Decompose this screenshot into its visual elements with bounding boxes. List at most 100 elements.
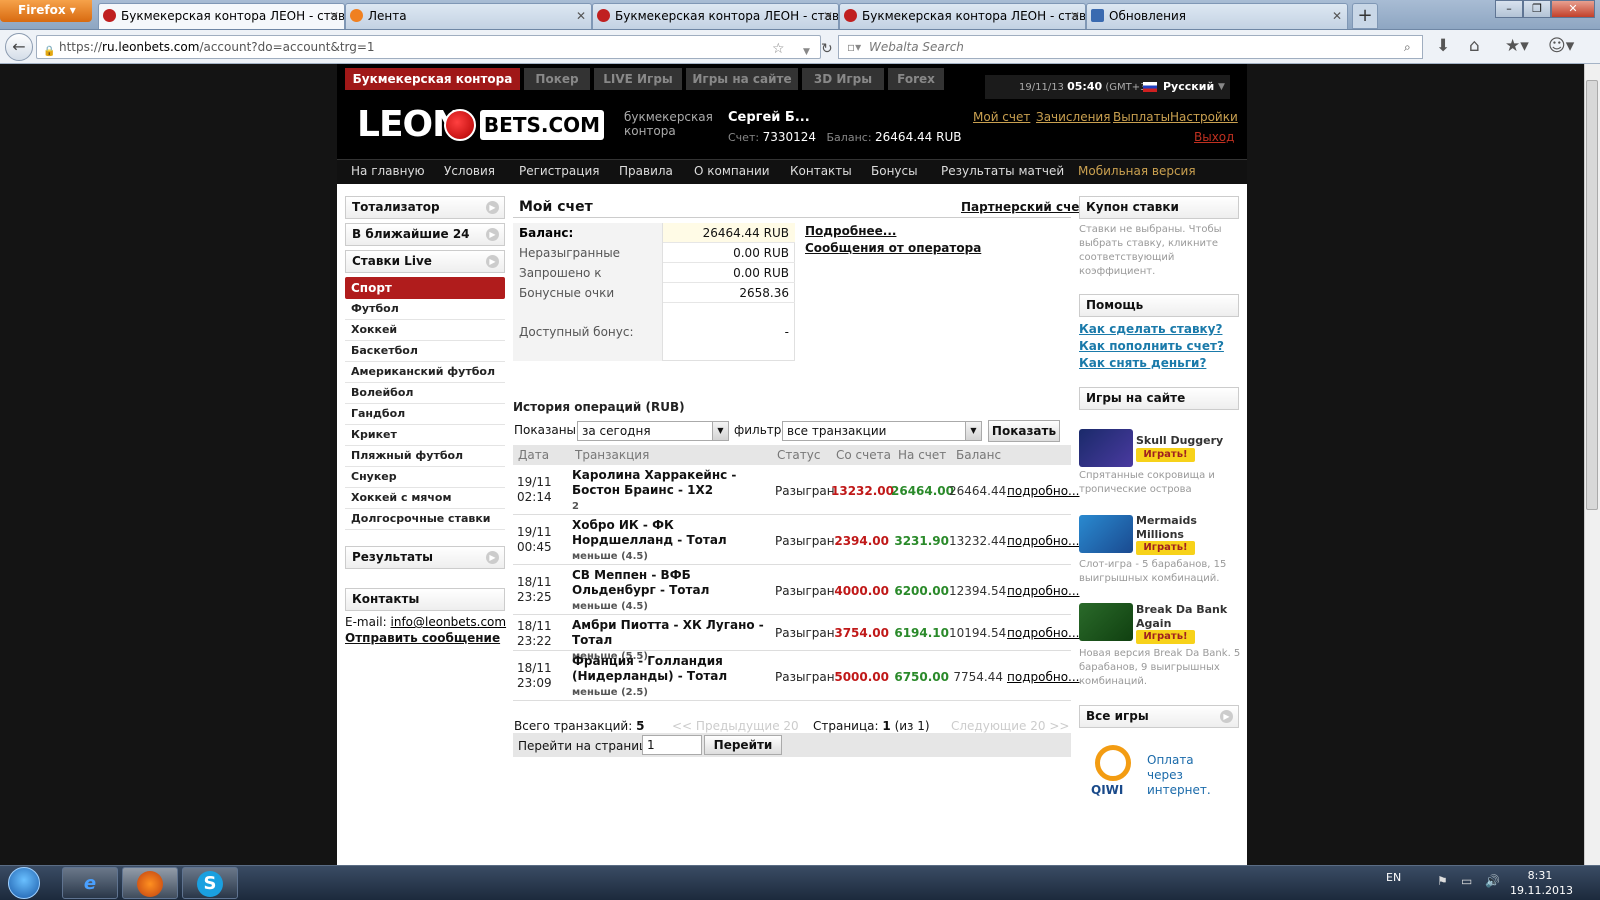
tray-window-icon[interactable]: ▭ xyxy=(1461,874,1472,888)
qiwi-payment-text[interactable]: Оплата через интернет. xyxy=(1147,753,1227,798)
help-how-to-withdraw[interactable]: Как снять деньги? xyxy=(1079,356,1206,370)
tab-leon-2[interactable]: Букмекерская контора ЛЕОН - став... ✕ xyxy=(592,3,839,29)
partner-account-link[interactable]: Партнерский счет xyxy=(961,200,1086,214)
sidebar-next-24h[interactable]: В ближайшие 24 часа▶ xyxy=(345,223,505,262)
play-button[interactable]: Играть! xyxy=(1136,630,1195,644)
sport-header[interactable]: Спорт xyxy=(345,277,505,299)
taskbar-skype[interactable]: S xyxy=(182,867,238,899)
taskbar-language[interactable]: EN xyxy=(1386,871,1401,884)
nav-mobile-version[interactable]: Мобильная версия xyxy=(1078,159,1196,184)
sport-item[interactable]: Баскетбол xyxy=(345,341,505,362)
search-bar[interactable]: ▫▾ Webalta Search ⌕ xyxy=(838,35,1423,59)
sport-item[interactable]: Гандбол xyxy=(345,404,505,425)
all-games-box[interactable]: Все игры ▶ xyxy=(1079,705,1239,728)
withdrawals-link[interactable]: Выплаты xyxy=(1113,110,1170,124)
game-name[interactable]: Mermaids Millions xyxy=(1136,514,1241,542)
chevron-down-icon[interactable]: ▼ xyxy=(1218,75,1225,99)
toptab-site-games[interactable]: Игры на сайте xyxy=(686,68,798,90)
sidebar-live-bets[interactable]: Ставки Live ▶ xyxy=(345,250,505,273)
home-icon[interactable]: ⌂ xyxy=(1469,36,1480,56)
url-bar[interactable]: 🔒 https://ru.leonbets.com/account?do=acc… xyxy=(36,35,833,60)
sport-item[interactable]: Пляжный футбол xyxy=(345,446,505,467)
next-page-link[interactable]: Следующие 20 >> xyxy=(951,719,1069,733)
row-details-link[interactable]: подробно... xyxy=(1007,584,1079,598)
prev-page-link[interactable]: << Предыдущие 20 xyxy=(672,719,799,733)
nav-match-results[interactable]: Результаты матчей xyxy=(941,159,1064,184)
row-details-link[interactable]: подробно... xyxy=(1007,670,1079,684)
toptab-3d-games[interactable]: 3D Игры xyxy=(802,68,884,90)
close-tab-icon[interactable]: ✕ xyxy=(823,4,833,28)
help-how-to-bet[interactable]: Как сделать ставку? xyxy=(1079,322,1222,336)
nav-rules[interactable]: Правила xyxy=(619,159,673,184)
taskbar-ie[interactable]: e xyxy=(62,867,118,899)
tray-flag-icon[interactable]: ⚑ xyxy=(1437,874,1448,888)
sidebar-results[interactable]: Результаты ▶ xyxy=(345,546,505,569)
toptab-bookmaker[interactable]: Букмекерская контора xyxy=(345,68,520,90)
search-icon[interactable]: ⌕ xyxy=(1404,36,1411,58)
close-tab-icon[interactable]: ✕ xyxy=(1070,4,1080,28)
scrollbar-thumb[interactable] xyxy=(1586,80,1598,510)
more-details-link[interactable]: Подробнее... xyxy=(805,224,896,238)
nav-bonuses[interactable]: Бонусы xyxy=(871,159,918,184)
bookmark-star-icon[interactable]: ☆ xyxy=(772,38,785,60)
addon-icon[interactable]: ☺▾ xyxy=(1548,36,1574,56)
operator-messages-link[interactable]: Сообщения от оператора xyxy=(805,241,981,255)
my-account-link[interactable]: Мой счет xyxy=(973,110,1030,124)
nav-home[interactable]: На главную xyxy=(351,159,425,184)
sport-item[interactable]: Крикет xyxy=(345,425,505,446)
windows-start-icon[interactable] xyxy=(8,867,40,899)
close-tab-icon[interactable]: ✕ xyxy=(329,4,339,28)
send-message-link[interactable]: Отправить сообщение xyxy=(345,631,500,645)
firefox-menu-button[interactable]: Firefox ▾ xyxy=(0,0,92,22)
nav-terms[interactable]: Условия xyxy=(444,159,495,184)
filter-select[interactable]: все транзакции ▼ xyxy=(782,421,982,441)
minimize-window-button[interactable]: – xyxy=(1495,0,1523,18)
play-button[interactable]: Играть! xyxy=(1136,448,1195,462)
help-how-to-deposit[interactable]: Как пополнить счет? xyxy=(1079,339,1224,353)
row-details-link[interactable]: подробно... xyxy=(1007,534,1079,548)
history-dropdown-icon[interactable]: ▼ xyxy=(803,41,810,63)
reload-icon[interactable]: ↻ xyxy=(821,38,833,60)
maximize-window-button[interactable]: ❐ xyxy=(1523,0,1551,18)
downloads-icon[interactable]: ⬇ xyxy=(1436,36,1450,56)
taskbar-clock[interactable]: 8:31 19.11.2013 xyxy=(1510,868,1573,898)
tab-leon-3[interactable]: Букмекерская контора ЛЕОН - став... ✕ xyxy=(839,3,1086,29)
sport-item[interactable]: Долгосрочные ставки xyxy=(345,509,505,530)
sidebar-totalizator[interactable]: Тотализатор ▶ xyxy=(345,196,505,219)
row-details-link[interactable]: подробно... xyxy=(1007,484,1079,498)
back-button[interactable]: ← xyxy=(5,33,33,61)
nav-contacts[interactable]: Контакты xyxy=(790,159,852,184)
sport-item[interactable]: Хоккей xyxy=(345,320,505,341)
sport-item[interactable]: Хоккей с мячом xyxy=(345,488,505,509)
close-tab-icon[interactable]: ✕ xyxy=(576,4,586,28)
bookmarks-icon[interactable]: ★▾ xyxy=(1505,36,1529,56)
nav-registration[interactable]: Регистрация xyxy=(519,159,599,184)
tab-updates[interactable]: Обновления ✕ xyxy=(1086,3,1348,29)
play-button[interactable]: Играть! xyxy=(1136,541,1195,555)
skull-duggery-thumbnail[interactable] xyxy=(1079,429,1133,467)
search-engine-icon[interactable]: ▫▾ xyxy=(847,36,861,58)
sport-item[interactable]: Снукер xyxy=(345,467,505,488)
nav-about[interactable]: О компании xyxy=(694,159,770,184)
toptab-poker[interactable]: Покер xyxy=(524,68,590,90)
tab-lenta[interactable]: Лента ✕ xyxy=(345,3,592,29)
period-select[interactable]: за сегодня ▼ xyxy=(577,421,729,441)
logout-link[interactable]: Выход xyxy=(1194,130,1234,144)
goto-page-input[interactable]: 1 xyxy=(642,735,702,755)
toptab-forex[interactable]: Forex xyxy=(888,68,944,90)
qiwi-logo-icon[interactable] xyxy=(1095,745,1131,781)
break-da-bank-thumbnail[interactable] xyxy=(1079,603,1133,641)
game-name[interactable]: Break Da Bank Again xyxy=(1136,603,1241,631)
taskbar-firefox[interactable] xyxy=(122,867,178,899)
new-tab-button[interactable]: + xyxy=(1352,3,1378,29)
volume-icon[interactable]: 🔊 xyxy=(1485,874,1500,888)
email-link[interactable]: info@leonbets.com xyxy=(391,615,507,629)
game-name[interactable]: Skull Duggery xyxy=(1136,434,1241,448)
toptab-live-games[interactable]: LIVE Игры xyxy=(594,68,682,90)
row-details-link[interactable]: подробно... xyxy=(1007,626,1079,640)
tab-leon-1[interactable]: Букмекерская контора ЛЕОН - став... ✕ xyxy=(98,3,345,29)
show-button[interactable]: Показать xyxy=(988,420,1060,442)
deposits-link[interactable]: Зачисления xyxy=(1036,110,1110,124)
sport-item[interactable]: Футбол xyxy=(345,299,505,320)
close-tab-icon[interactable]: ✕ xyxy=(1332,4,1342,28)
